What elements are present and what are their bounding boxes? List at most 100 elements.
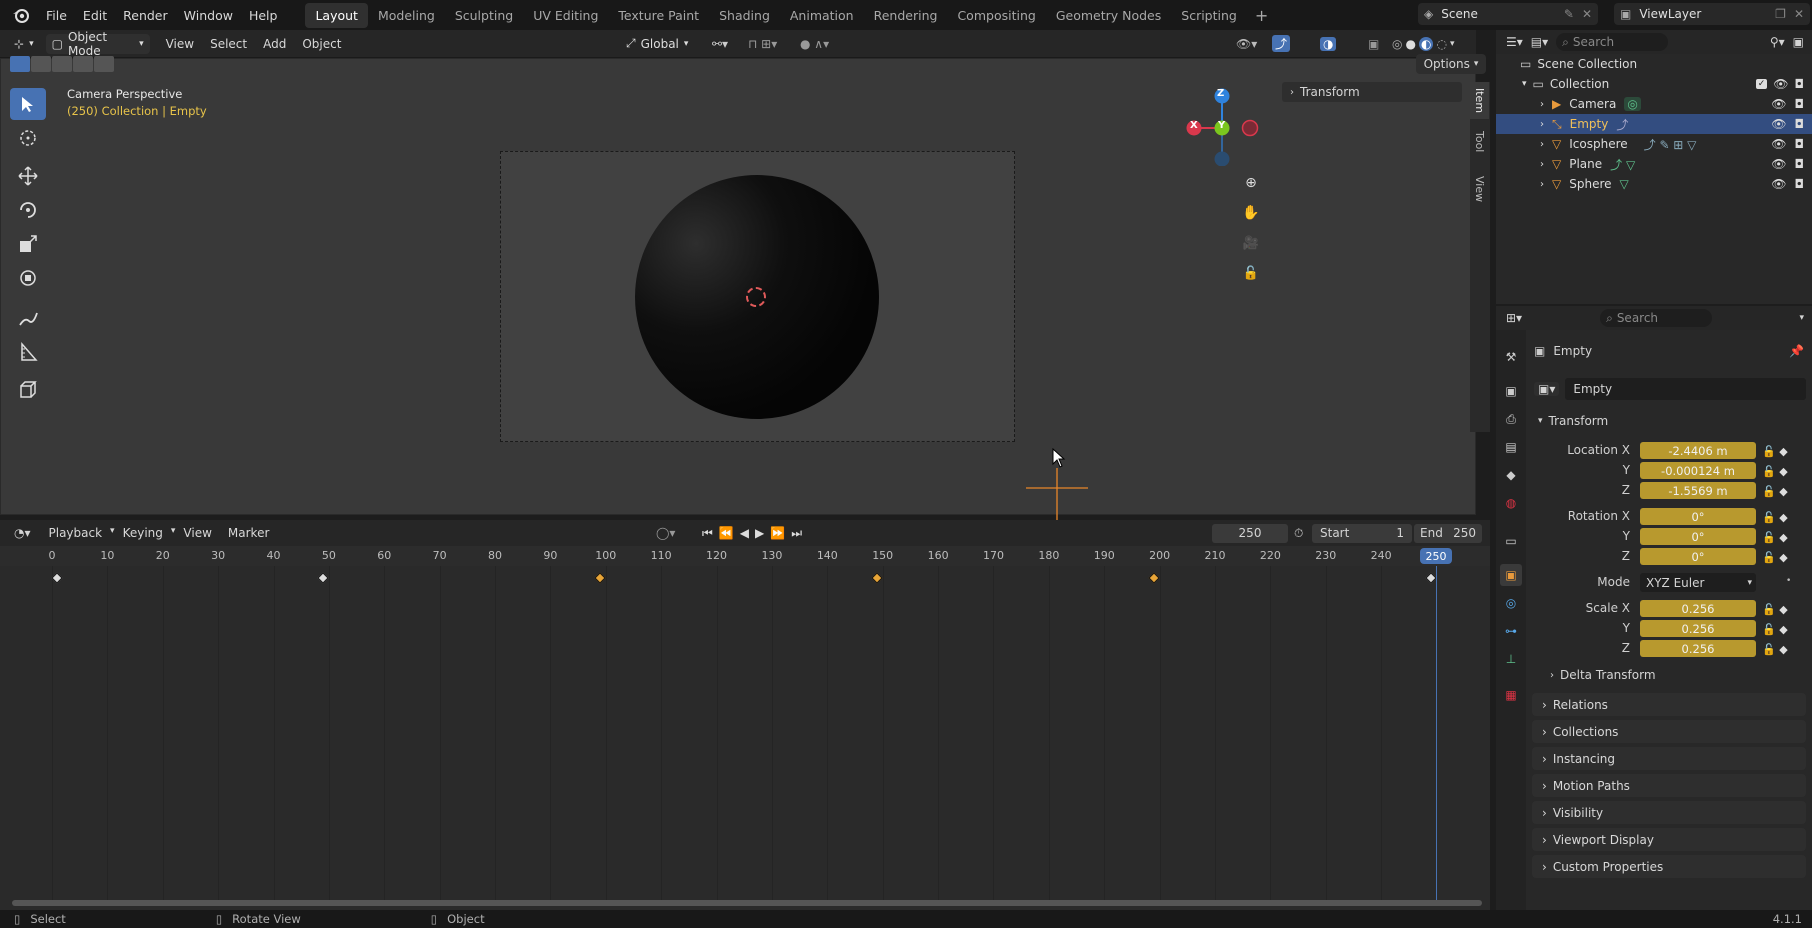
eye-icon[interactable]: 👁 [1771,177,1786,191]
viewlayer-selector[interactable]: ▣ ViewLayer ❐ ✕ [1614,3,1810,25]
camera-render-icon[interactable]: ◘ [1795,157,1805,171]
constraints-props-icon[interactable]: ⊶ [1500,620,1522,642]
panel-visibility[interactable]: › Visibility [1532,801,1806,824]
outliner-collection[interactable]: ▾ ▭ Collection ✓ 👁 ◘ [1496,74,1812,94]
keyframe-diamond[interactable] [317,572,330,584]
properties-search[interactable]: ⌕ Search [1600,309,1713,327]
tab-scripting[interactable]: Scripting [1171,3,1247,28]
tab-sculpting[interactable]: Sculpting [445,3,523,28]
texture-props-icon[interactable]: ▦ [1500,684,1522,706]
play-icon[interactable]: ▶ [755,526,764,541]
object-type-dropdown-icon[interactable]: ▣▾ [1534,382,1560,396]
material-preview-icon[interactable]: ◐ [1418,36,1434,51]
chevron-down-icon[interactable]: ▾ [1522,79,1527,89]
select-intersect-icon[interactable] [94,56,114,72]
rotation-y-field[interactable]: 0° [1640,528,1756,545]
timeline-ruler[interactable]: 0 10 20 30 40 50 60 70 80 90 100 110 120 130 140 150 160… [0,546,1490,566]
chevron-down-icon[interactable]: ▾ [1799,313,1804,323]
tab-animation[interactable]: Animation [780,3,864,28]
tab-shading[interactable]: Shading [709,3,780,28]
scale-x-field[interactable]: 0.256 [1640,600,1756,617]
outliner-item-camera[interactable]: › ▶ Camera ◎ 👁 ◘ [1496,94,1812,114]
rotation-mode-dropdown[interactable]: XYZ Euler ▾ [1640,573,1756,592]
next-keyframe-icon[interactable]: ⏩ [770,526,785,541]
eye-icon[interactable]: 👁 [1771,97,1786,111]
lock-key-row[interactable]: 🔓 ◆ [1762,528,1806,548]
panel-viewport-display[interactable]: › Viewport Display [1532,828,1806,851]
scale-z-field[interactable]: 0.256 [1640,640,1756,657]
display-mode-icon[interactable]: ▤▾ [1531,35,1548,49]
lock-icon[interactable]: 🔓 [1240,262,1262,284]
outliner-item-icosphere[interactable]: › ▽ Icosphere ⤴ ✎ ⊞ ▽ 👁 ◘ [1496,134,1812,154]
properties-editor-icon[interactable]: ⊞▾ [1506,311,1522,325]
scale-tool-icon[interactable] [10,228,46,260]
add-cube-tool-icon[interactable] [10,374,46,406]
menu-window[interactable]: Window [176,8,241,23]
delta-transform-header[interactable]: › Delta Transform [1550,668,1656,682]
cursor-tool-icon[interactable] [10,122,46,154]
eye-icon[interactable]: 👁 [1771,157,1786,171]
play-reverse-icon[interactable]: ◀ [740,526,749,541]
rendered-icon[interactable]: ◌ [1436,37,1446,51]
eye-icon[interactable]: 👁 [1771,137,1786,151]
options-button[interactable]: Options ▾ [1416,54,1486,74]
outliner-search[interactable]: ⌕ Search [1556,33,1669,51]
add-workspace-icon[interactable]: + [1247,6,1276,25]
scene-props-icon[interactable]: ◆ [1500,464,1522,486]
camera-render-icon[interactable]: ◘ [1795,137,1805,151]
lock-key-row[interactable]: 🔓 ◆ [1762,620,1806,640]
end-frame-field[interactable]: End 250 [1414,523,1482,543]
tool-props-icon[interactable]: ⚒ [1500,346,1522,368]
chevron-right-icon[interactable]: › [1540,159,1544,170]
menu-object[interactable]: Object [294,37,349,51]
tab-rendering[interactable]: Rendering [864,3,948,28]
panel-motion-paths[interactable]: › Motion Paths [1532,774,1806,797]
keyframe-dot-icon[interactable]: • [1786,576,1791,586]
data-props-icon[interactable]: ⊥ [1500,648,1522,670]
npanel-transform-header[interactable]: › Transform [1282,82,1462,102]
chevron-right-icon[interactable]: › [1540,119,1544,130]
gizmo-toggle-icon[interactable]: ⤴ [1272,35,1291,52]
overlay-icon[interactable]: ◑ [1320,36,1337,51]
select-subtract-icon[interactable] [52,56,72,72]
select-box-tool-icon[interactable] [10,88,46,120]
filter-icon[interactable]: ⚲▾ [1770,35,1785,49]
tab-geometry-nodes[interactable]: Geometry Nodes [1046,3,1171,28]
proportional-edit-icon[interactable]: ● ∧▾ [800,37,829,51]
pan-hand-icon[interactable]: ✋ [1240,202,1262,224]
keyframe-diamond[interactable] [1425,572,1437,584]
empty-object-icon[interactable] [1024,468,1090,523]
tab-view[interactable]: View [1470,164,1489,214]
start-frame-field[interactable]: Start 1 [1312,523,1412,543]
location-z-field[interactable]: -1.5569 m [1640,482,1756,499]
keyframe-diamond[interactable] [594,572,606,584]
object-name-field[interactable]: ▣▾ Empty [1534,378,1806,400]
location-y-field[interactable]: -0.000124 m [1640,462,1756,479]
object-props-icon[interactable]: ▣ [1500,564,1522,586]
object-name-input[interactable]: Empty [1565,378,1806,400]
camera-render-icon[interactable]: ◘ [1795,97,1805,111]
panel-instancing[interactable]: › Instancing [1532,747,1806,770]
menu-keying[interactable]: Keying [115,526,171,540]
lock-key-row[interactable]: 🔓 ◆ [1762,640,1806,660]
menu-view[interactable]: View [175,526,219,540]
mode-dropdown[interactable]: ▢ Object Mode ▾ [45,30,150,58]
rotation-x-field[interactable]: 0° [1640,508,1756,525]
outliner-item-plane[interactable]: › ▽ Plane ⤴ ▽ 👁 ◘ [1496,154,1812,174]
current-frame-field[interactable]: 250 [1212,523,1288,543]
prev-keyframe-icon[interactable]: ⏪ [719,526,734,541]
menu-view[interactable]: View [158,37,202,51]
physics-props-icon[interactable]: ◎ [1500,592,1522,614]
chevron-right-icon[interactable]: › [1540,179,1544,190]
lock-key-row[interactable]: 🔓 ◆ [1762,508,1806,528]
menu-add[interactable]: Add [255,37,294,51]
outliner-scene-collection[interactable]: ▭ Scene Collection [1496,54,1812,74]
rotate-tool-icon[interactable] [10,194,46,226]
menu-marker[interactable]: Marker [220,526,277,540]
stopwatch-icon[interactable]: ⏱ [1294,526,1303,541]
tab-layout[interactable]: Layout [305,2,368,28]
pin-icon[interactable]: ✎ [1564,7,1574,21]
checkbox-icon[interactable]: ✓ [1755,79,1768,89]
menu-help[interactable]: Help [241,8,286,23]
chevron-right-icon[interactable]: › [1540,139,1544,150]
